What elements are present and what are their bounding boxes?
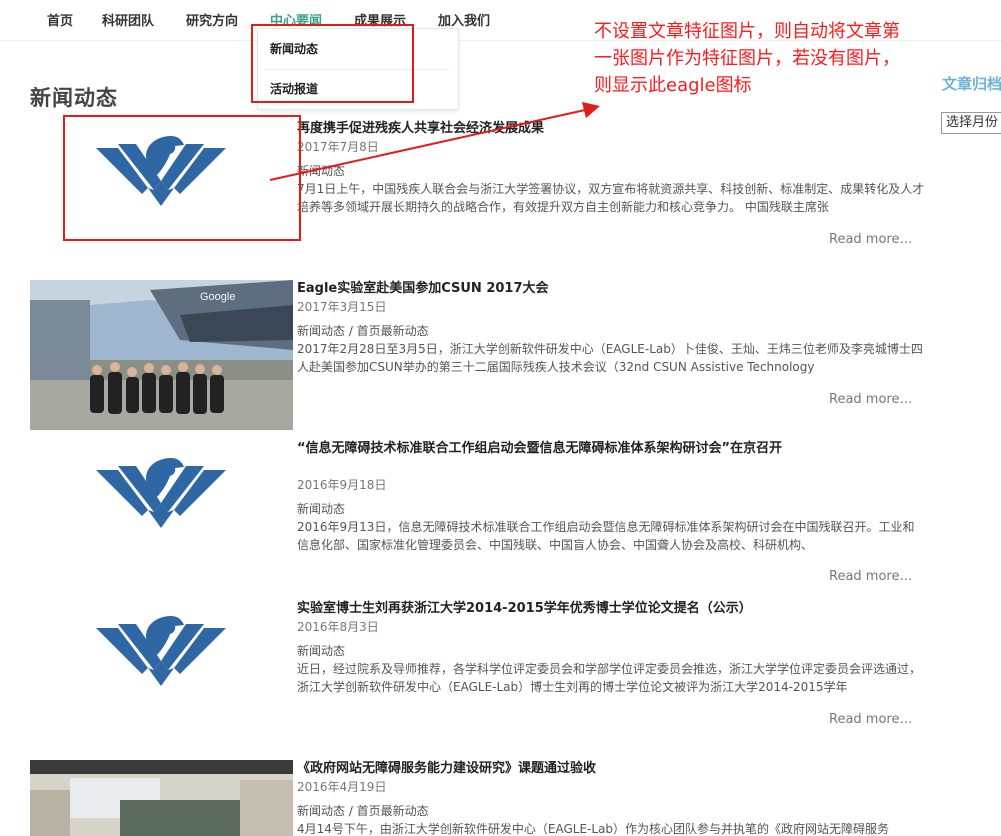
meeting-room-photo[interactable]	[30, 760, 293, 836]
google-campus-photo[interactable]: Google	[30, 280, 293, 430]
post-category[interactable]: 新闻动态	[297, 500, 345, 517]
annotation-text: 不设置文章特征图片，则自动将文章第一张图片作为特征图片，若没有图片，则显示此ea…	[594, 21, 900, 96]
post-date: 2016年4月19日	[297, 780, 387, 794]
post-title[interactable]: Eagle实验室赴美国参加CSUN 2017大会	[297, 280, 549, 298]
post-excerpt: 4月14号下午，由浙江大学创新软件研发中心（EAGLE-Lab）作为核心团队参与…	[297, 822, 890, 836]
post-date: 2016年8月3日	[297, 620, 379, 634]
post-item: Google Eagle实验室赴美国参加CSUN 2017大会 2017年3月1…	[0, 278, 930, 433]
read-more-link[interactable]: Read more…	[829, 569, 912, 584]
post-title[interactable]: 《政府网站无障碍服务能力建设研究》课题通过验收	[297, 760, 596, 778]
photo-sign-label: Google	[200, 291, 235, 303]
post-category[interactable]: 新闻动态 / 首页最新动态	[297, 802, 429, 819]
post-excerpt: 2016年9月13日，信息无障碍技术标准联合工作组启动会暨信息无障碍标准体系架构…	[297, 520, 915, 552]
post-excerpt: 近日，经过院系及导师推荐，各学科学位评定委员会和学部学位评定委员会推选，浙江大学…	[297, 662, 922, 694]
post-category[interactable]: 新闻动态	[297, 642, 345, 659]
post-date: 2016年9月18日	[297, 478, 387, 492]
read-more-link[interactable]: Read more…	[829, 392, 912, 407]
post-title[interactable]: 实验室博士生刘再获浙江大学2014-2015学年优秀博士学位论文提名（公示）	[297, 600, 752, 618]
post-item: “信息无障碍技术标准联合工作组启动会暨信息无障碍标准体系架构研讨会”在京召开 2…	[0, 438, 930, 588]
post-item: 实验室博士生刘再获浙江大学2014-2015学年优秀博士学位论文提名（公示） 2…	[0, 598, 930, 738]
post-excerpt: 2017年2月28日至3月5日，浙江大学创新软件研发中心（EAGLE-Lab）卜…	[297, 342, 923, 374]
eagle-logo-icon[interactable]	[30, 442, 293, 562]
eagle-logo-icon[interactable]	[30, 602, 293, 722]
post-title[interactable]: “信息无障碍技术标准联合工作组启动会暨信息无障碍标准体系架构研讨会”在京召开	[297, 440, 797, 458]
post-item: 《政府网站无障碍服务能力建设研究》课题通过验收 2016年4月19日 新闻动态 …	[0, 758, 930, 836]
post-category[interactable]: 新闻动态 / 首页最新动态	[297, 322, 429, 339]
post-date: 2017年3月15日	[297, 300, 387, 314]
read-more-link[interactable]: Read more…	[829, 712, 912, 727]
